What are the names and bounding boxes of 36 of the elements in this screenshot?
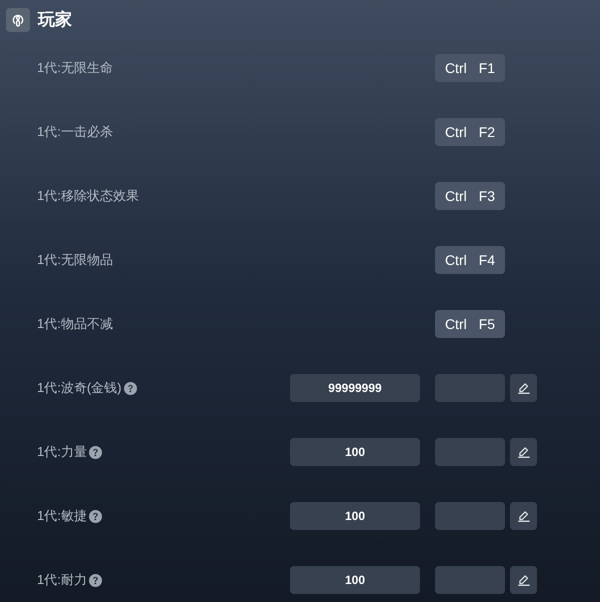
hotkey-field[interactable] bbox=[435, 502, 505, 530]
edit-icon bbox=[516, 573, 530, 587]
edit-button[interactable] bbox=[510, 438, 537, 466]
help-icon[interactable] bbox=[88, 574, 102, 586]
cheat-label: 1代:移除状态效果 bbox=[37, 187, 139, 206]
cheat-label: 1代:无限物品 bbox=[37, 251, 113, 270]
hotkey-field[interactable] bbox=[435, 374, 505, 402]
hotkey-button[interactable]: Ctrl F4 bbox=[435, 246, 505, 274]
help-icon[interactable] bbox=[124, 382, 136, 394]
hotkey-field[interactable] bbox=[435, 438, 505, 466]
hotkey-button[interactable]: Ctrl F1 bbox=[435, 54, 505, 82]
player-icon bbox=[6, 8, 30, 32]
value-field[interactable]: 100 bbox=[290, 502, 420, 530]
cheat-label: 1代:力量 bbox=[37, 443, 87, 462]
hotkey-field[interactable] bbox=[435, 566, 505, 594]
edit-button[interactable] bbox=[510, 502, 537, 530]
cheat-label: 1代:一击必杀 bbox=[37, 123, 113, 142]
cheat-label: 1代:耐力 bbox=[37, 571, 87, 590]
edit-icon bbox=[516, 381, 530, 395]
cheat-label: 1代:无限生命 bbox=[37, 59, 113, 78]
help-icon[interactable] bbox=[88, 446, 102, 458]
section-title: 玩家 bbox=[38, 9, 72, 32]
edit-button[interactable] bbox=[510, 566, 537, 594]
cheat-label: 1代:物品不减 bbox=[37, 315, 113, 334]
hotkey-button[interactable]: Ctrl F5 bbox=[435, 310, 505, 338]
hotkey-button[interactable]: Ctrl F3 bbox=[435, 182, 505, 210]
edit-icon bbox=[516, 445, 530, 459]
hotkey-button[interactable]: Ctrl F2 bbox=[435, 118, 505, 146]
edit-icon bbox=[516, 509, 530, 523]
cheat-label: 1代:波奇(金钱) bbox=[37, 379, 122, 398]
help-icon[interactable] bbox=[88, 510, 102, 522]
value-field[interactable]: 100 bbox=[290, 438, 420, 466]
cheat-label: 1代:敏捷 bbox=[37, 507, 87, 526]
value-field[interactable]: 100 bbox=[290, 566, 420, 594]
edit-button[interactable] bbox=[510, 374, 537, 402]
value-field[interactable]: 99999999 bbox=[290, 374, 420, 402]
